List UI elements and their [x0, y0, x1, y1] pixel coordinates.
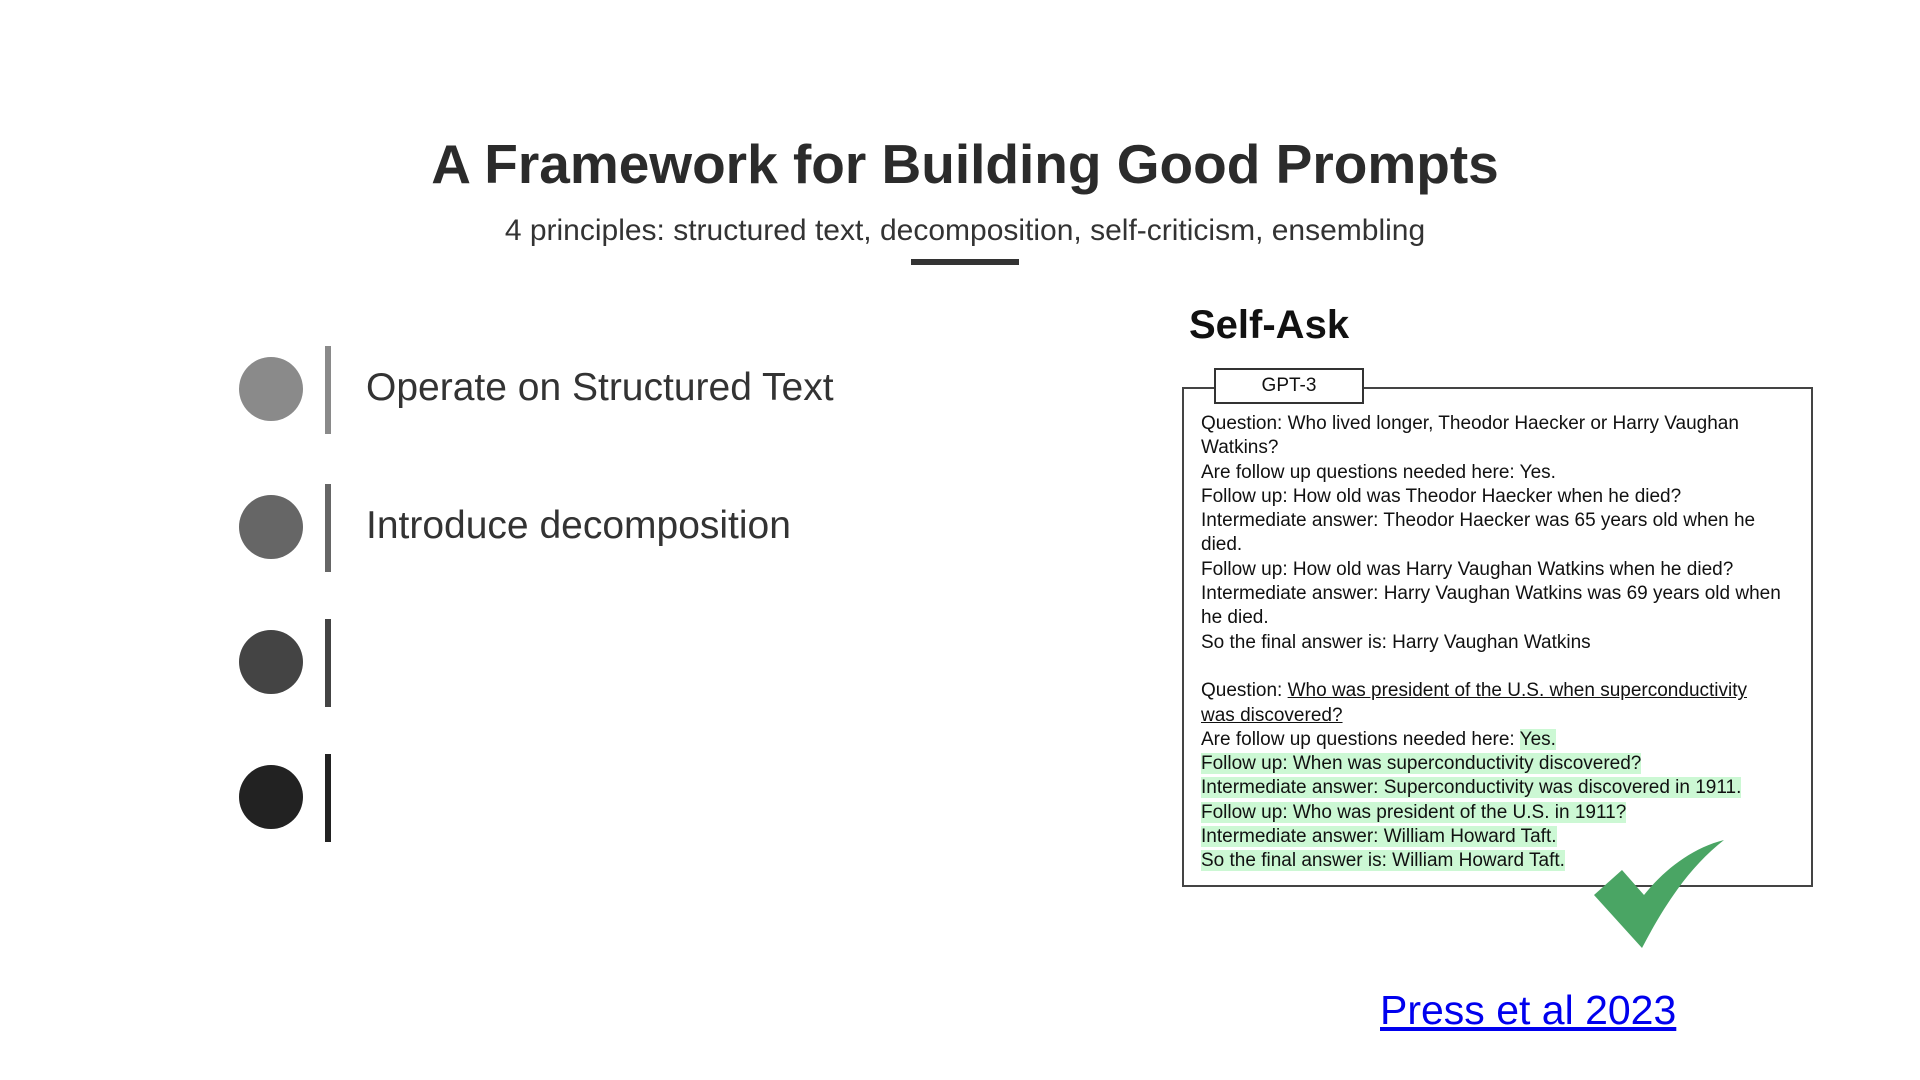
bullet-bar-2 [325, 484, 331, 572]
example-line: Intermediate answer: Harry Vaughan Watki… [1201, 583, 1781, 605]
title-divider [911, 259, 1019, 265]
query-text: Who was president of the U.S. when super… [1287, 680, 1748, 702]
example-line: Follow up: How old was Theodor Haecker w… [1201, 485, 1682, 507]
example-line: Are follow up questions needed here: Yes… [1201, 461, 1556, 483]
generated-line: So the final answer is: William Howard T… [1201, 850, 1565, 872]
generated-line: Intermediate answer: William Howard Taft… [1201, 826, 1557, 848]
principle-label-1: Operate on Structured Text [366, 366, 834, 409]
bullet-dot-2 [239, 495, 303, 559]
example-line: Follow up: How old was Harry Vaughan Wat… [1201, 558, 1734, 580]
bullet-bar-4 [325, 754, 331, 842]
generated-line: Intermediate answer: Superconductivity w… [1201, 777, 1742, 799]
query-line: was discovered? [1201, 704, 1781, 728]
checkmark-icon [1594, 840, 1724, 948]
bullet-bar-3 [325, 619, 331, 707]
example-line: Watkins? [1201, 437, 1279, 459]
generated-line: Follow up: Who was president of the U.S.… [1201, 801, 1627, 823]
query-text: was discovered? [1201, 704, 1343, 726]
bullet-bar-1 [325, 346, 331, 434]
slide-title: A Framework for Building Good Prompts [431, 133, 1499, 195]
generated-text: Yes. [1519, 728, 1556, 750]
example-line: So the final answer is: Harry Vaughan Wa… [1201, 631, 1591, 653]
query-prefix: Question: [1201, 680, 1288, 702]
example-line: Intermediate answer: Theodor Haecker was… [1201, 510, 1756, 532]
generated-line: Follow up: When was superconductivity di… [1201, 753, 1642, 775]
slide-subtitle: 4 principles: structured text, decomposi… [504, 214, 1426, 247]
citation-link[interactable]: Press et al 2023 [1380, 987, 1676, 1034]
example-line: he died. [1201, 607, 1269, 629]
example-line: died. [1201, 534, 1243, 556]
model-tab: GPT-3 [1214, 368, 1364, 404]
query-line: Question: Who was president of the U.S. … [1201, 679, 1781, 703]
example-line: Question: Who lived longer, Theodor Haec… [1201, 413, 1739, 434]
bullet-dot-3 [239, 630, 303, 694]
followup-line: Are follow up questions needed here: Yes… [1201, 728, 1781, 752]
figure-heading: Self-Ask [1189, 303, 1350, 347]
followup-prefix: Are follow up questions needed here: [1201, 728, 1520, 750]
principle-label-2: Introduce decomposition [366, 504, 791, 547]
bullet-dot-4 [239, 765, 303, 829]
example-text: Question: Who lived longer, Theodor Haec… [1201, 412, 1781, 874]
bullet-dot-1 [239, 357, 303, 421]
